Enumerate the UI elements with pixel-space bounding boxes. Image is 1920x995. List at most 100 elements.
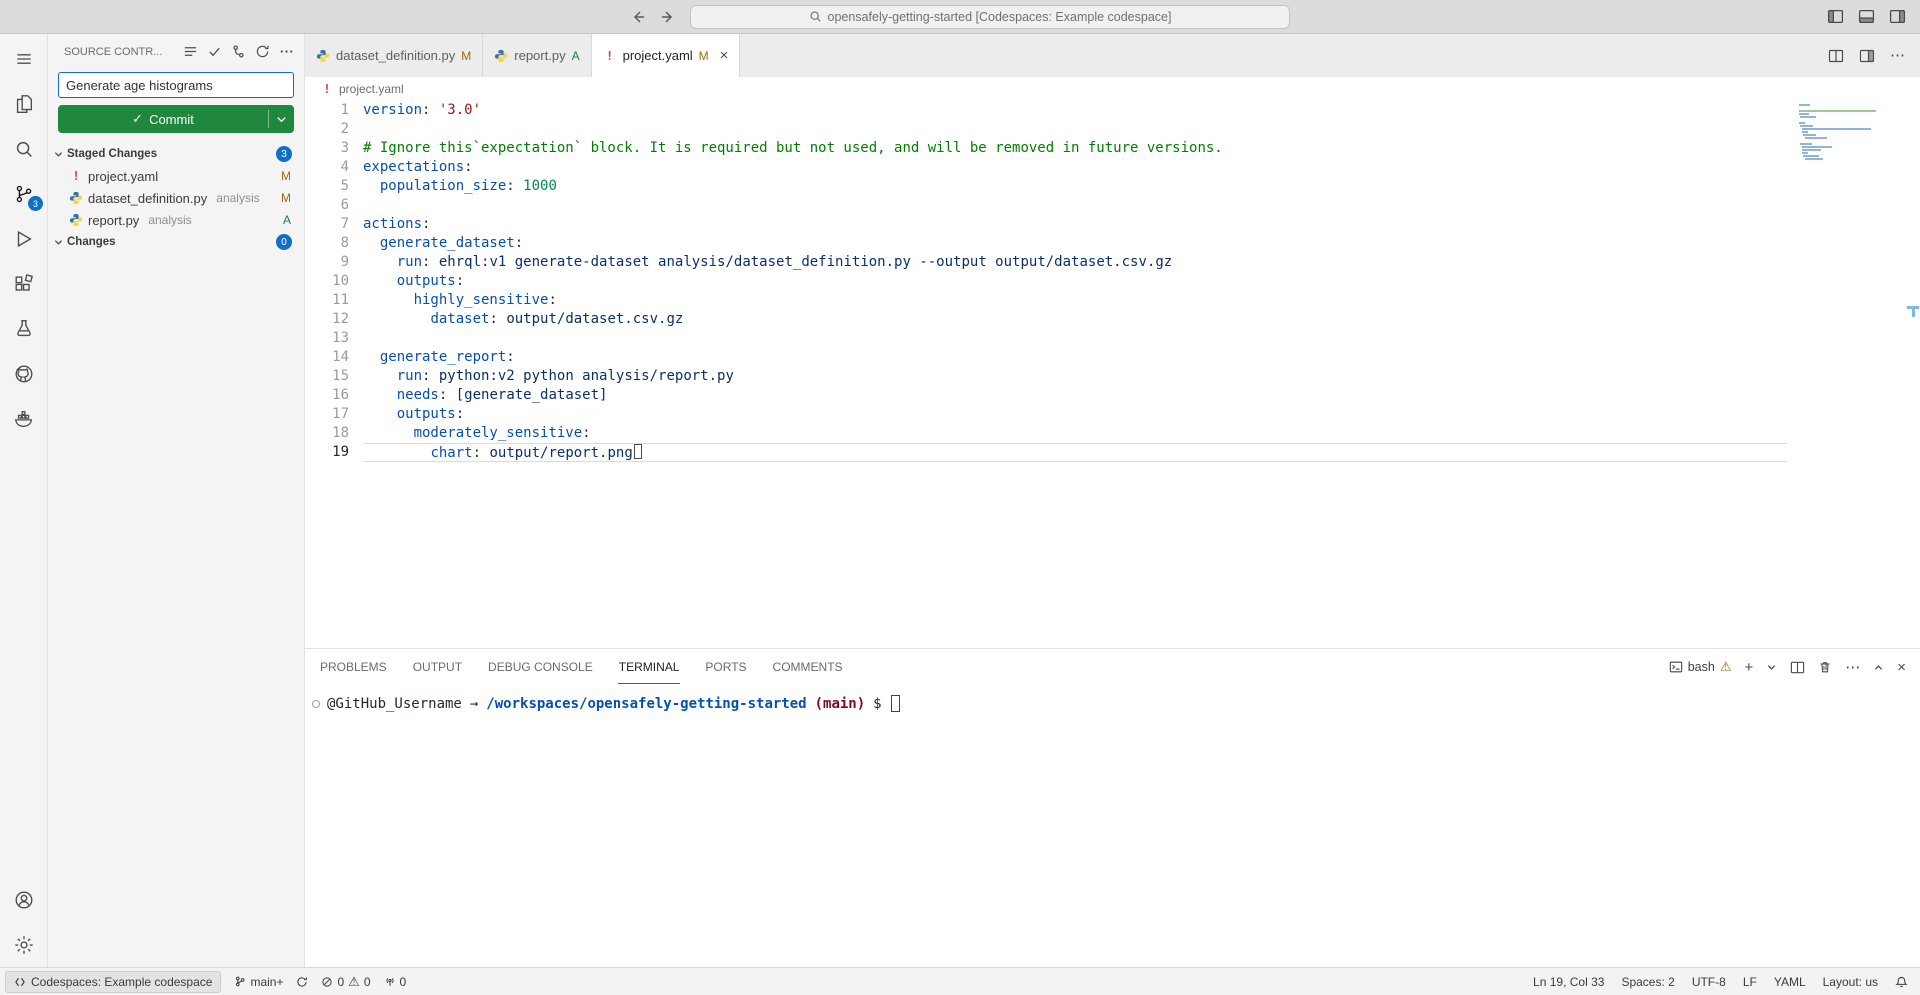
forward-button[interactable] [660,9,676,25]
code-line[interactable]: version: '3.0' [363,101,1787,120]
line-number[interactable]: 13 [305,329,349,348]
line-number[interactable]: 10 [305,272,349,291]
panel-tab-comments[interactable]: COMMENTS [772,651,844,684]
panel-tab-debug-console[interactable]: DEBUG CONSOLE [487,651,594,684]
code-line[interactable]: # Ignore this`expectation` block. It is … [363,139,1787,158]
code-line[interactable]: generate_dataset: [363,234,1787,253]
code-line[interactable] [363,196,1787,215]
shell-selector[interactable]: bash ⚠ [1669,659,1732,675]
panel-tab-problems[interactable]: PROBLEMS [319,651,388,684]
panel-tab-terminal[interactable]: TERMINAL [618,651,681,684]
keyboard-layout-item[interactable]: Layout: us [1823,975,1878,989]
line-number[interactable]: 8 [305,234,349,253]
github-icon[interactable] [0,351,47,396]
code-line[interactable]: needs: [generate_dataset] [363,386,1787,405]
line-number[interactable]: 19 [305,443,349,462]
line-number[interactable]: 5 [305,177,349,196]
maximize-panel-icon[interactable] [1873,662,1884,673]
code-line[interactable]: expectations: [363,158,1787,177]
run-debug-icon[interactable] [0,216,47,261]
close-icon[interactable]: × [720,48,729,63]
tab-project-yaml[interactable]: ! project.yaml M × [592,34,741,77]
line-number[interactable]: 18 [305,424,349,443]
branch-status-item[interactable]: main+ [234,975,283,989]
line-number[interactable]: 14 [305,348,349,367]
line-number[interactable]: 16 [305,386,349,405]
terminal-content[interactable]: @GitHub_Username → /workspaces/opensafel… [305,685,1920,967]
changes-section[interactable]: Changes 0 [48,231,304,253]
back-button[interactable] [630,9,646,25]
eol-item[interactable]: LF [1743,975,1757,989]
kill-terminal-icon[interactable] [1818,660,1832,674]
code-lines[interactable]: version: '3.0' # Ignore this`expectation… [363,101,1787,648]
code-line[interactable]: highly_sensitive: [363,291,1787,310]
toggle-sidebar-icon[interactable] [1827,8,1844,25]
commit-message-input[interactable] [58,72,294,98]
code-line[interactable]: chart: output/report.png [363,443,1787,462]
line-number[interactable]: 9 [305,253,349,272]
staged-changes-section[interactable]: Staged Changes 3 [48,143,304,165]
cursor-position-item[interactable]: Ln 19, Col 33 [1533,975,1604,989]
explorer-icon[interactable] [0,81,47,126]
line-number[interactable]: 7 [305,215,349,234]
line-number[interactable]: 15 [305,367,349,386]
line-number[interactable]: 6 [305,196,349,215]
settings-gear-icon[interactable] [0,922,47,967]
line-number[interactable]: 4 [305,158,349,177]
new-terminal-icon[interactable]: + [1744,660,1753,675]
command-center-search[interactable]: opensafely-getting-started [Codespaces: … [690,5,1290,29]
breadcrumb[interactable]: ! project.yaml [305,77,1920,101]
account-icon[interactable] [0,877,47,922]
toggle-panel-icon[interactable] [1858,8,1875,25]
scm-view-mode-icon[interactable] [183,44,198,59]
customize-layout-icon[interactable] [1889,8,1906,25]
ports-status-item[interactable]: 0 [384,975,407,989]
tab-dataset-definition[interactable]: dataset_definition.py M [305,34,483,77]
tab-report[interactable]: report.py A [483,34,591,77]
scm-graph-icon[interactable] [231,44,246,59]
editor-layout-icon[interactable] [1859,48,1875,64]
code-editor[interactable]: 12345678910111213141516171819 version: '… [305,101,1920,648]
indentation-item[interactable]: Spaces: 2 [1621,975,1674,989]
close-panel-icon[interactable]: × [1897,660,1906,675]
docker-icon[interactable] [0,396,47,441]
panel-tab-ports[interactable]: PORTS [704,651,747,684]
code-line[interactable] [363,329,1787,348]
code-line[interactable]: population_size: 1000 [363,177,1787,196]
code-line[interactable]: outputs: [363,272,1787,291]
code-line[interactable] [363,120,1787,139]
line-number[interactable]: 3 [305,139,349,158]
encoding-item[interactable]: UTF-8 [1692,975,1726,989]
source-control-icon[interactable]: 3 [0,171,47,216]
file-row-dataset-definition[interactable]: dataset_definition.py analysis M [48,187,304,209]
search-icon[interactable] [0,126,47,171]
remote-indicator[interactable]: Codespaces: Example codespace [5,971,221,993]
code-line[interactable]: dataset: output/dataset.csv.gz [363,310,1787,329]
language-mode-item[interactable]: YAML [1774,975,1806,989]
code-line[interactable]: outputs: [363,405,1787,424]
more-actions-icon[interactable]: ⋯ [1890,48,1905,63]
test-flask-icon[interactable] [0,306,47,351]
terminal-dropdown-icon[interactable] [1766,662,1777,673]
more-actions-icon[interactable]: ⋯ [1845,660,1860,675]
sync-status-item[interactable] [296,976,308,988]
file-row-report[interactable]: report.py analysis A [48,209,304,231]
commit-dropdown-button[interactable] [269,105,294,133]
problems-status-item[interactable]: 0 ⚠ 0 [321,974,370,990]
split-terminal-icon[interactable] [1790,660,1805,675]
gutter[interactable]: 12345678910111213141516171819 [305,101,363,648]
code-line[interactable]: run: python:v2 python analysis/report.py [363,367,1787,386]
panel-tab-output[interactable]: OUTPUT [412,651,463,684]
split-editor-icon[interactable] [1828,48,1844,64]
code-line[interactable]: generate_report: [363,348,1787,367]
commit-button[interactable]: ✓ Commit [58,105,294,133]
scm-refresh-icon[interactable] [255,44,270,59]
code-line[interactable]: actions: [363,215,1787,234]
line-number[interactable]: 2 [305,120,349,139]
line-number[interactable]: 1 [305,101,349,120]
scm-check-icon[interactable] [207,44,222,59]
notifications-bell-icon[interactable] [1895,975,1908,988]
minimap[interactable] [1799,104,1904,161]
code-line[interactable]: moderately_sensitive: [363,424,1787,443]
more-actions-icon[interactable] [279,44,294,59]
